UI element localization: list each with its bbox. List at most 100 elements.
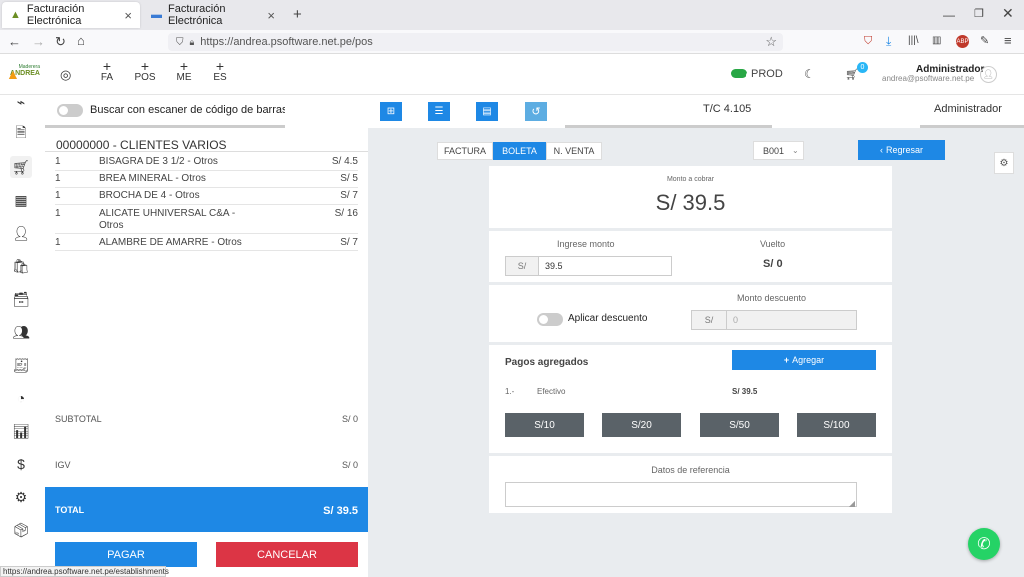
adblock-icon[interactable]: ABP: [956, 35, 969, 48]
pie-chart-icon[interactable]: ◔: [10, 387, 32, 409]
discount-toggle[interactable]: [537, 313, 563, 329]
cancel-button[interactable]: CANCELAR: [216, 542, 358, 567]
pay-button[interactable]: PAGAR: [55, 542, 197, 567]
minimize-icon[interactable]: —: [943, 8, 955, 22]
new-tab-button[interactable]: +: [293, 6, 302, 23]
divider: [565, 125, 772, 128]
undo-icon[interactable]: ↺: [525, 102, 547, 121]
divider: [45, 125, 285, 128]
library-icon[interactable]: |||\: [908, 35, 919, 46]
cart-count-badge: 0: [857, 62, 868, 73]
doc-type-nota-venta[interactable]: N. VENTA: [546, 142, 602, 160]
reference-textarea[interactable]: ◢: [505, 482, 857, 508]
forward-arrow-icon[interactable]: →: [32, 34, 45, 49]
grid-icon[interactable]: ▦: [10, 189, 32, 211]
barcode-scanner-toggle[interactable]: [57, 104, 83, 120]
eyedropper-icon[interactable]: ✎: [980, 34, 989, 47]
subtotal-label: SUBTOTAL: [55, 414, 102, 424]
url-text: https://andrea.psoftware.net.pe/pos: [200, 36, 373, 48]
user-check-icon[interactable]: 👤︎: [10, 222, 32, 244]
shopping-bag-icon[interactable]: 🛍︎: [10, 255, 32, 277]
settings-gear-icon[interactable]: ⚙: [10, 486, 32, 508]
divider: [45, 151, 368, 152]
browser-tab[interactable]: ▬ Facturación Electrónica ×: [143, 2, 283, 28]
payments-title: Pagos agregados: [505, 357, 589, 368]
input-amount-label: Ingrese monto: [557, 239, 615, 249]
lock-icon: 🔒︎: [189, 36, 195, 47]
grid-view-button[interactable]: ⊞: [380, 102, 402, 121]
package-icon[interactable]: 📦︎: [10, 519, 32, 541]
status-url-tooltip: https://andrea.psoftware.net.pe/establis…: [0, 566, 169, 577]
home-icon[interactable]: ⌂: [77, 33, 85, 48]
plus-icon: +: [783, 355, 790, 365]
amount-input[interactable]: 39.5: [538, 256, 672, 276]
download-icon[interactable]: ⤓: [886, 34, 891, 49]
restore-icon[interactable]: ❐: [974, 7, 984, 20]
quick-amount-100-button[interactable]: S/100: [797, 413, 876, 437]
environment-toggle[interactable]: [731, 69, 755, 81]
divider: [920, 125, 1024, 128]
client-name[interactable]: 00000000 - CLIENTES VARIOS: [56, 138, 227, 152]
receipt-icon[interactable]: 🧾︎: [10, 354, 32, 376]
barcode-icon[interactable]: ▥: [932, 35, 941, 46]
header-user-email: andrea@psoftware.net.pe: [882, 74, 975, 83]
doc-type-factura[interactable]: FACTURA: [437, 142, 493, 160]
quick-add-fa[interactable]: + FA: [98, 59, 116, 84]
cart-item-row[interactable]: 1 BISAGRA DE 3 1/2 - Otros S/ 4.5: [55, 154, 358, 171]
payment-row-method[interactable]: Efectivo: [537, 387, 565, 396]
cart-item-row[interactable]: 1 BROCHA DE 4 - Otros S/ 7: [55, 188, 358, 205]
subtotal-value: S/ 0: [341, 414, 358, 424]
payment-row-index: 1.-: [505, 387, 515, 396]
add-payment-button[interactable]: + Agregar: [732, 350, 876, 370]
dashboard-icon[interactable]: ⌁: [10, 94, 32, 110]
dollar-icon[interactable]: $: [10, 453, 32, 475]
close-tab-icon[interactable]: ×: [124, 8, 132, 23]
change-label: Vuelto: [760, 239, 786, 249]
whatsapp-icon[interactable]: ✆: [968, 528, 1000, 560]
quick-add-es[interactable]: + ES: [211, 59, 229, 84]
igv-label: IGV: [55, 460, 71, 470]
bar-chart-icon[interactable]: 📊︎: [10, 420, 32, 442]
avatar[interactable]: 👤︎: [980, 66, 997, 83]
change-value: S/ 0: [763, 258, 783, 270]
currency-addon: S/: [505, 256, 539, 276]
doc-type-boleta[interactable]: BOLETA: [493, 142, 546, 160]
url-bar[interactable]: ⛉ 🔒︎ https://andrea.psoftware.net.pe/pos…: [168, 33, 783, 51]
document-icon[interactable]: 🗎︎: [10, 123, 32, 145]
quick-amount-20-button[interactable]: S/20: [602, 413, 681, 437]
detail-list-button[interactable]: ▤: [476, 102, 498, 121]
close-window-icon[interactable]: ✕: [1002, 5, 1014, 22]
discount-toggle-label: Aplicar descuento: [568, 313, 648, 324]
igv-value: S/ 0: [341, 460, 358, 470]
reload-icon[interactable]: ↻: [55, 34, 66, 50]
chevron-left-icon: ‹: [879, 145, 883, 155]
tab-title: Facturación Electrónica: [26, 3, 85, 27]
close-tab-icon[interactable]: ×: [267, 8, 275, 23]
browser-tab-active[interactable]: ▲ Facturación Electrónica ×: [2, 2, 140, 28]
quick-add-me[interactable]: + ME: [174, 59, 194, 84]
pos-cart-icon[interactable]: 🛒︎: [10, 156, 32, 178]
back-button[interactable]: ‹ Regresar: [858, 140, 945, 160]
quick-add-pos[interactable]: + POS: [133, 59, 157, 84]
quick-amount-10-button[interactable]: S/10: [505, 413, 584, 437]
amount-label: Monto a cobrar: [666, 176, 715, 183]
settings-gears-icon[interactable]: ⚙: [994, 152, 1014, 174]
cart-item-row[interactable]: 1 BREA MINERAL - Otros S/ 5: [55, 171, 358, 188]
currency-addon: S/: [691, 310, 727, 330]
bookmark-star-icon[interactable]: ☆: [765, 34, 777, 50]
users-icon[interactable]: 👥︎: [10, 321, 32, 343]
pocket-icon[interactable]: ⛉: [864, 35, 872, 48]
cart-item-row[interactable]: 1 ALAMBRE DE AMARRE - Otros S/ 7: [55, 234, 358, 251]
shield-icon: ⛉: [176, 36, 184, 48]
menu-icon[interactable]: ≡: [1004, 33, 1012, 48]
quick-amount-50-button[interactable]: S/50: [700, 413, 779, 437]
discount-amount-input[interactable]: 0: [726, 310, 857, 330]
reference-label: Datos de referencia: [651, 465, 730, 475]
target-icon[interactable]: ◎: [60, 67, 71, 83]
dark-mode-moon-icon[interactable]: ☾: [804, 67, 815, 81]
list-view-button[interactable]: ☰: [428, 102, 450, 121]
cart-item-row[interactable]: 1 ALICATE UHNIVERSAL C&A - Otros S/ 16: [55, 205, 358, 234]
archive-icon[interactable]: 🗃︎: [10, 288, 32, 310]
series-select[interactable]: B001 ⌄: [753, 141, 804, 160]
back-arrow-icon[interactable]: ←: [8, 34, 21, 49]
